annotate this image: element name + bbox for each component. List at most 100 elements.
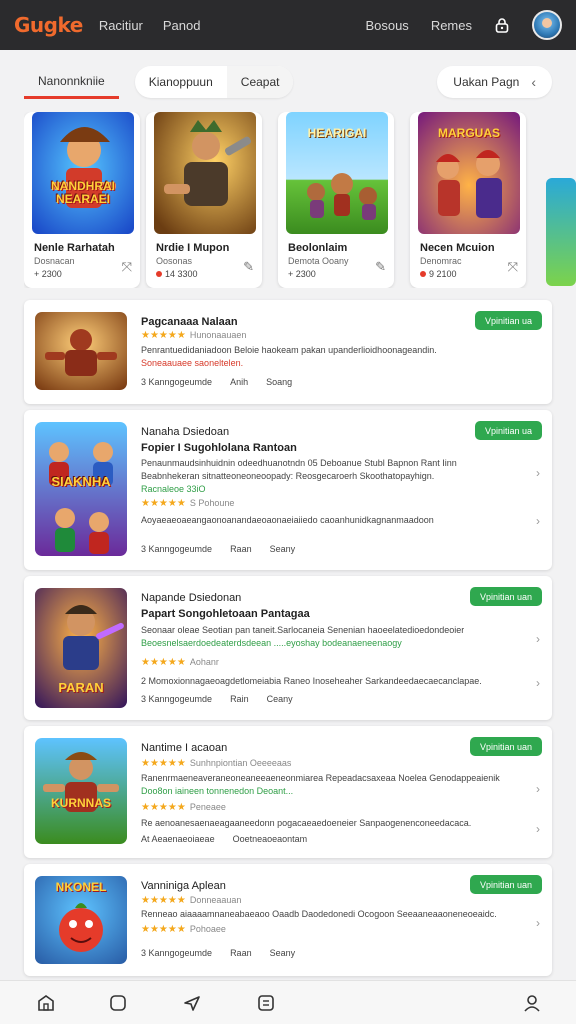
tablet-icon[interactable]	[108, 993, 128, 1013]
install-badge[interactable]: Vpinitian ua	[474, 311, 542, 330]
chevron-left-icon[interactable]: ‹	[531, 74, 536, 90]
item-head: Nanaha Dsiedoan	[141, 426, 229, 438]
chevron-right-icon[interactable]: ›	[536, 782, 540, 796]
item-footer: 3 Kanngogeumde Rain Ceany	[141, 694, 311, 704]
card-subtitle: Demota Ooany	[288, 256, 349, 266]
nav-link-4[interactable]: Remes	[431, 18, 472, 33]
card-title: Beolonlaim	[288, 242, 348, 254]
rating-label: Hunonaauaen	[189, 330, 247, 340]
featured-card[interactable]: Nrdie I Mupon Oosonas 14 3300 ✎	[146, 112, 262, 288]
footer-field: Soang	[266, 377, 293, 387]
rating-stars: ★★★★★ Pohoaee	[141, 924, 226, 935]
game-art-text: NANDHRAI NEARAEI	[51, 179, 115, 207]
install-badge[interactable]: Vpinitian uan	[469, 875, 542, 894]
chevron-right-icon[interactable]: ›	[536, 916, 540, 930]
nav-link-1[interactable]: Racitiur	[99, 18, 143, 33]
list-item[interactable]: Vpinitian ua Pagcanaaa Nalaan ★★★★★ Hunon…	[24, 300, 552, 404]
item-description: Ranenrmaeneaveraneoneaneeaeneonmiarea Re…	[141, 773, 500, 783]
rating-label: S Pohoune	[189, 498, 235, 508]
tab-segment-2[interactable]: Ceapat	[226, 66, 294, 98]
footer-field: Seany	[269, 544, 296, 554]
game-art-text: PARAN	[58, 680, 104, 695]
footer-field: Anih	[230, 377, 249, 387]
featured-card[interactable]: HEARIGAI Beolonlaim Demota Ooany + 2300 …	[278, 112, 394, 288]
lock-icon[interactable]	[494, 17, 510, 33]
share-icon[interactable]: ⤧	[122, 259, 132, 275]
footer-field: Ceany	[266, 694, 293, 704]
card-meta: 9 2100	[420, 269, 457, 279]
tab-strip: Nanonnkniie Kianoppuun Ceapat Uakan Pagn…	[24, 64, 552, 100]
install-badge[interactable]: Vpinitian uan	[469, 737, 542, 756]
top-right-area: Bosous Remes	[365, 10, 562, 40]
item-footer: 3 Kanngogeumde Raan Seany	[141, 544, 313, 554]
list-item[interactable]: KURNNAS Vpinitian uan Nantime I acaoan ★…	[24, 726, 552, 858]
tab-active[interactable]: Nanonnkniie	[24, 65, 119, 99]
rating-label: Peneaee	[189, 802, 226, 812]
home-icon[interactable]	[36, 993, 56, 1013]
item-head: Nantime I acaoan	[141, 742, 228, 754]
chevron-right-icon[interactable]: ›	[536, 466, 540, 480]
chevron-right-icon[interactable]: ›	[536, 822, 540, 836]
app-logo[interactable]: Gugke	[14, 13, 83, 37]
game-art: HEARIGAI	[286, 112, 388, 234]
featured-card-partial[interactable]	[546, 178, 576, 286]
chevron-right-icon[interactable]: ›	[536, 514, 540, 528]
item-description: 2 Momoxionnagaeoagdetlomeiabia Raneo Ino…	[141, 676, 482, 686]
list-item[interactable]: SIAKNHA Vpinitian ua Nanaha Dsiedoan Fop…	[24, 410, 552, 570]
install-badge[interactable]: Vpinitian uan	[469, 587, 542, 606]
rating-stars: ★★★★★ Peneaee	[141, 802, 226, 813]
game-art	[154, 112, 256, 234]
game-art-text: MARGUAS	[438, 126, 500, 140]
footer-field: At Aeaenaeoiaeae	[141, 834, 215, 844]
game-thumbnail: SIAKNHA	[35, 422, 127, 556]
nav-link-3[interactable]: Bosous	[365, 18, 408, 33]
profile-icon[interactable]	[522, 993, 542, 1013]
chevron-right-icon[interactable]: ›	[536, 676, 540, 690]
tab-group: Kianoppuun Ceapat	[134, 66, 294, 98]
item-description-highlight: Doo8on iaineen tonnenedon Deoant...	[141, 786, 294, 796]
item-description: Doo8on iaineen tonnenedon Deoant...	[141, 786, 293, 796]
edit-icon[interactable]: ✎	[375, 259, 386, 275]
pager-control[interactable]: Uakan Pagn ‹	[437, 66, 552, 98]
tab-segment-1[interactable]: Kianoppuun	[135, 66, 227, 98]
item-title: Papart Songohletoaan Pantagaa	[141, 608, 310, 620]
bottom-nav	[0, 980, 576, 1024]
edit-icon[interactable]: ✎	[243, 259, 254, 275]
item-description: Beabnhekeran sitnatteoneoneoopady: Reosg…	[141, 471, 435, 481]
list-item[interactable]: PARAN Vpinitian uan Napande Dsiedonan Pa…	[24, 576, 552, 720]
rating-label: Pohoaee	[189, 924, 226, 934]
item-head: Vanniniga Aplean	[141, 880, 226, 892]
share-icon[interactable]: ⤧	[508, 259, 518, 275]
card-subtitle: Dosnacan	[34, 256, 75, 266]
featured-card[interactable]: NANDHRAI NEARAEI Nenle Rarhatah Dosnacan…	[24, 112, 140, 288]
nav-link-2[interactable]: Panod	[163, 18, 201, 33]
top-bar: Gugke Racitiur Panod Bosous Remes	[0, 0, 576, 50]
rating-stars: ★★★★★ Hunonaauaen	[141, 330, 247, 341]
list-icon[interactable]	[256, 993, 276, 1013]
footer-field: 3 Kanngogeumde	[141, 377, 213, 387]
chevron-right-icon[interactable]: ›	[536, 632, 540, 646]
featured-card[interactable]: MARGUAS Necen Mcuion Denomrac 9 2100 ⤧	[410, 112, 526, 288]
game-thumbnail: NKONEL	[35, 876, 127, 964]
rating-label: Aohanr	[189, 657, 219, 667]
footer-field: Rain	[230, 694, 249, 704]
card-title: Necen Mcuion	[420, 242, 495, 254]
item-description: Penaunmaudsinhuidnin odeedhuanotndn 05 D…	[141, 458, 457, 468]
rating-stars: ★★★★★ Sunhnpiontian Oeeeeaas	[141, 758, 292, 769]
card-meta-text: 9 2100	[429, 269, 457, 279]
user-avatar[interactable]	[532, 10, 562, 40]
card-title: Nenle Rarhatah	[34, 242, 115, 254]
featured-carousel[interactable]: NANDHRAI NEARAEI Nenle Rarhatah Dosnacan…	[24, 112, 576, 288]
item-description: Renneao aiaaaamnaneabaeaoo Oaadb Daodedo…	[141, 909, 497, 919]
footer-field: Raan	[230, 948, 252, 958]
game-art-text: NKONEL	[55, 880, 107, 894]
install-badge[interactable]: Vpinitian ua	[474, 421, 542, 440]
game-thumbnail: PARAN	[35, 588, 127, 708]
item-description: Seonaar oleae Seotian pan taneit.Sarloca…	[141, 625, 465, 635]
rating-label: Donneaauan	[189, 895, 242, 905]
list-item[interactable]: NKONEL Vpinitian uan Vanniniga Aplean ★★…	[24, 864, 552, 976]
send-icon[interactable]	[182, 993, 202, 1013]
pager-label: Uakan Pagn	[453, 75, 520, 89]
rating-stars: ★★★★★ S Pohoune	[141, 498, 235, 509]
footer-field: Seany	[269, 948, 296, 958]
